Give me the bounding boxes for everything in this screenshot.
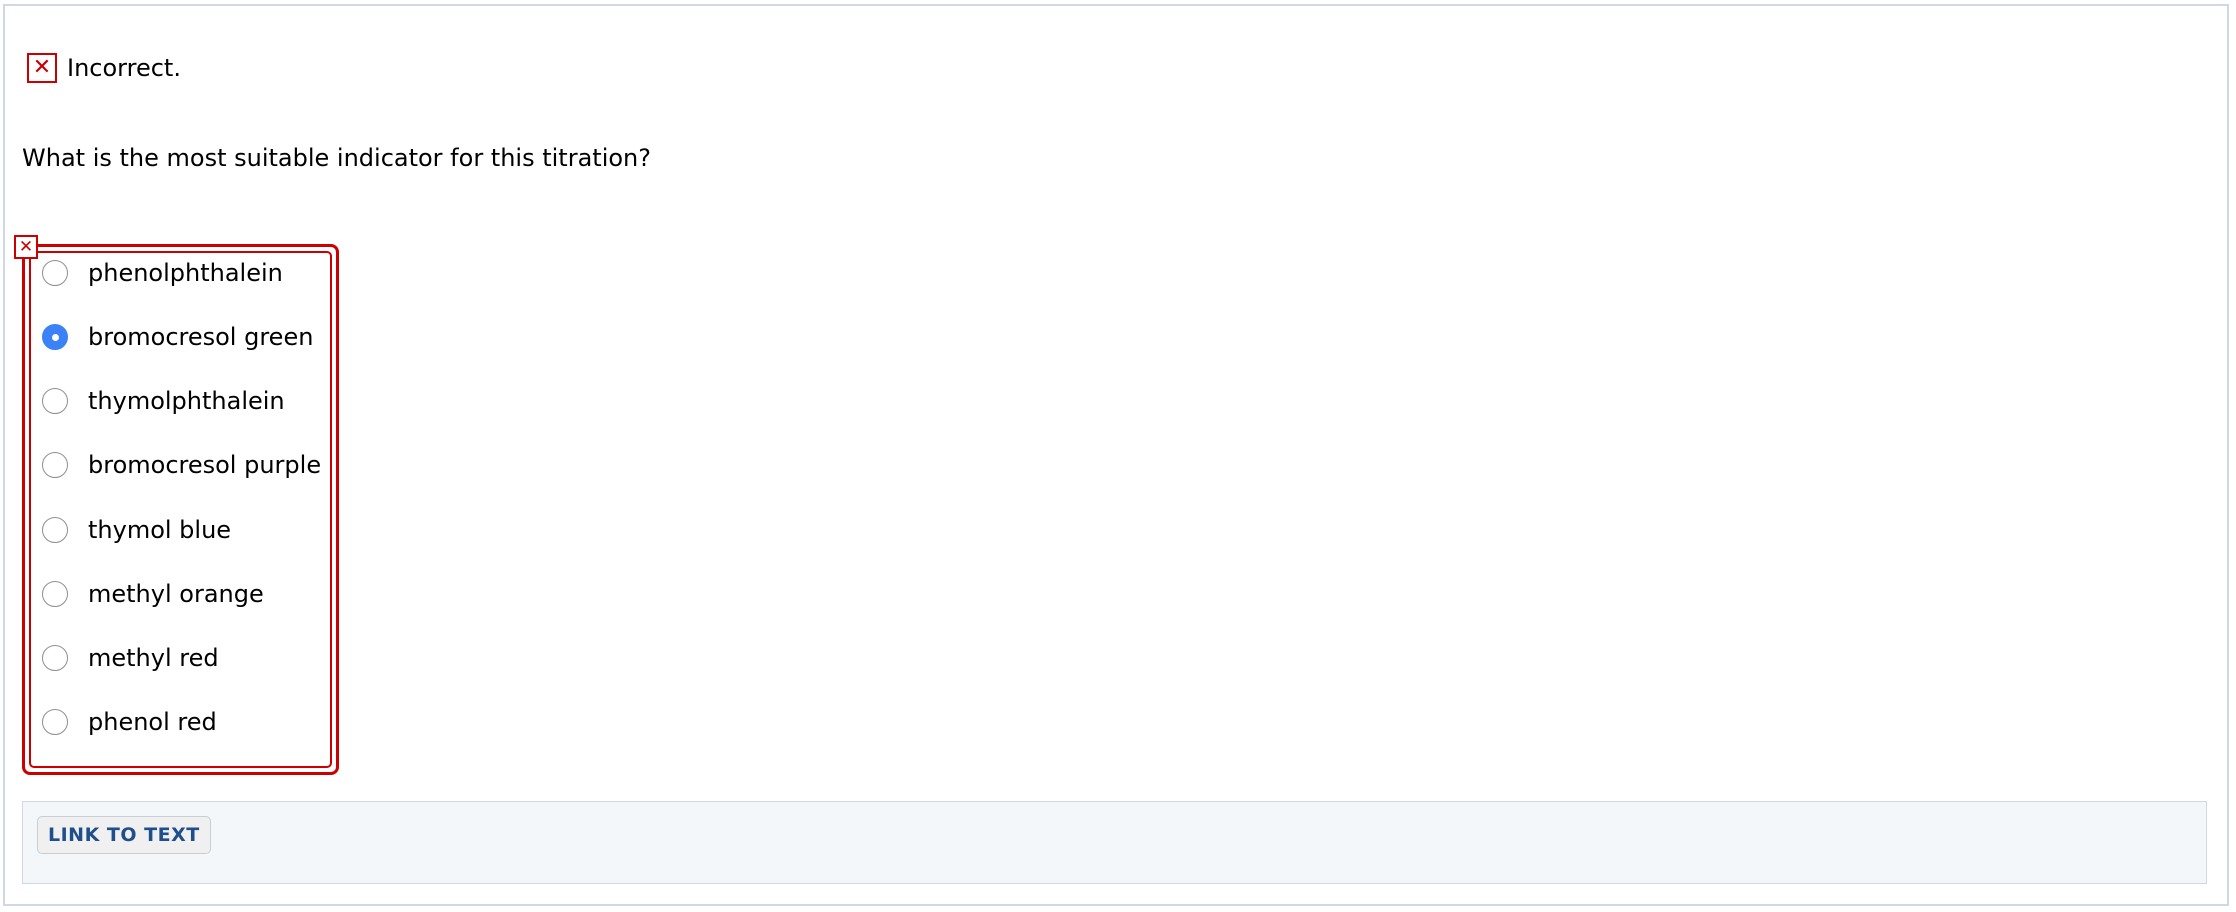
choice-label: methyl red (88, 644, 219, 672)
radio-button-selected[interactable] (42, 324, 68, 350)
question-text: What is the most suitable indicator for … (22, 144, 652, 172)
choice-thymolphthalein[interactable]: thymolphthalein (42, 381, 285, 421)
radio-button[interactable] (42, 517, 68, 543)
feedback-status-text: Incorrect. (67, 54, 181, 82)
choice-label: phenolphthalein (88, 259, 283, 287)
choice-methyl-red[interactable]: methyl red (42, 638, 219, 678)
incorrect-flag-icon: ✕ (14, 235, 38, 259)
choice-methyl-orange[interactable]: methyl orange (42, 574, 264, 614)
choice-thymol-blue[interactable]: thymol blue (42, 510, 231, 550)
link-to-text-button[interactable]: LINK TO TEXT (37, 816, 211, 854)
radio-button[interactable] (42, 645, 68, 671)
choice-label: bromocresol green (88, 323, 314, 351)
choice-phenol-red[interactable]: phenol red (42, 702, 217, 742)
choice-label: phenol red (88, 708, 217, 736)
footer-toolbar: LINK TO TEXT (22, 801, 2207, 884)
radio-button[interactable] (42, 388, 68, 414)
radio-button[interactable] (42, 709, 68, 735)
radio-button[interactable] (42, 452, 68, 478)
radio-button[interactable] (42, 581, 68, 607)
x-mark-icon: ✕ (27, 53, 57, 83)
choice-label: thymolphthalein (88, 387, 285, 415)
radio-button[interactable] (42, 260, 68, 286)
choice-label: methyl orange (88, 580, 264, 608)
choice-label: thymol blue (88, 516, 232, 544)
choice-phenolphthalein[interactable]: phenolphthalein (42, 253, 283, 293)
choice-bromocresol-purple[interactable]: bromocresol purple (42, 445, 321, 485)
choice-bromocresol-green[interactable]: bromocresol green (42, 317, 313, 357)
choice-label: bromocresol purple (88, 451, 322, 479)
feedback-row: ✕ Incorrect. (27, 51, 181, 85)
